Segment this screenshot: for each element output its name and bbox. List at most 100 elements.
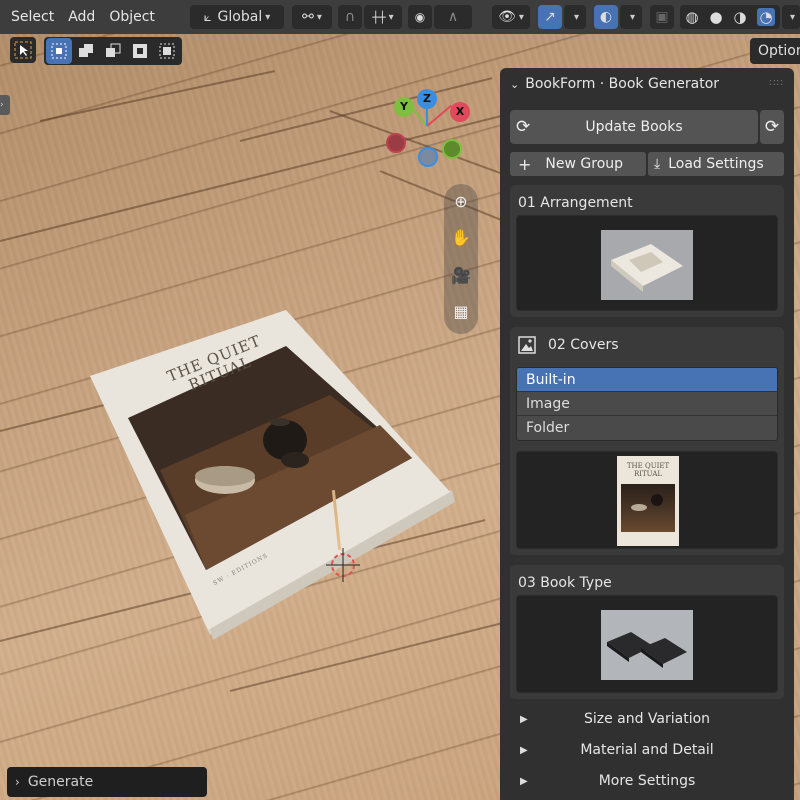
update-books-button[interactable]: ⟳ Update Books xyxy=(510,110,758,144)
3d-cursor-icon xyxy=(326,548,360,582)
book-model[interactable]: THE QUIET RITUAL SW · EDITIONS xyxy=(90,310,470,650)
section-title: 02 Covers xyxy=(548,337,619,353)
y-axis-button[interactable]: Y xyxy=(394,97,414,117)
rendered-shading-icon[interactable]: ◔ xyxy=(757,8,775,26)
refresh-icon: ⟳ xyxy=(516,117,531,137)
toolbar-expand-tab[interactable]: › xyxy=(0,95,10,115)
load-settings-label: Load Settings xyxy=(668,156,764,172)
load-settings-button[interactable]: ⤓ Load Settings xyxy=(648,152,784,176)
neg-y-axis-button[interactable] xyxy=(442,139,462,159)
section-more-settings[interactable]: ▶ More Settings xyxy=(510,767,784,795)
cover-source-list: Built-in Image Folder xyxy=(516,367,778,441)
section-size-variation[interactable]: ▶ Size and Variation xyxy=(510,705,784,733)
link-icon: ⚯ xyxy=(302,9,314,25)
chevron-down-icon: ▾ xyxy=(518,11,524,23)
book-type-preview[interactable] xyxy=(516,595,778,693)
camera-icon[interactable]: 🎥 xyxy=(451,266,471,286)
pan-hand-icon[interactable]: ✋ xyxy=(451,228,471,248)
proportional-edit-toggle[interactable]: ◉ xyxy=(408,5,432,29)
image-icon xyxy=(518,336,536,354)
falloff-dropdown[interactable]: ∧ xyxy=(434,5,472,29)
x-axis-button[interactable]: X xyxy=(450,102,470,122)
select-new-button[interactable] xyxy=(46,38,72,64)
select-extend-button[interactable] xyxy=(73,38,99,64)
navigation-controls: ⊕ ✋ 🎥 ▦ xyxy=(444,184,478,334)
neg-x-axis-button[interactable] xyxy=(386,133,406,153)
operator-label: Generate xyxy=(27,774,94,790)
orientation-label: Global xyxy=(217,9,263,25)
cover-preview[interactable]: THE QUIET RITUAL xyxy=(516,451,778,549)
new-group-button[interactable]: + New Group xyxy=(510,152,646,176)
visibility-dropdown[interactable]: 👁 ▾ xyxy=(492,5,530,29)
select-subtract-icon xyxy=(106,43,121,57)
perspective-grid-icon[interactable]: ▦ xyxy=(451,302,471,322)
zoom-icon[interactable]: ⊕ xyxy=(451,192,471,212)
chevron-right-icon: › xyxy=(15,775,20,789)
bookform-panel: ⌄ BookForm · Book Generator ∷∷ ⟳ Update … xyxy=(500,68,794,800)
cover-source-builtin[interactable]: Built-in xyxy=(517,368,777,392)
gizmo-toggle[interactable]: ↗ xyxy=(538,5,562,29)
section-arrangement: 01 Arrangement xyxy=(510,185,784,317)
xray-toggle[interactable]: ▣ xyxy=(650,5,674,29)
navigation-gizmo[interactable]: Y Z X xyxy=(380,85,480,175)
new-group-label: New Group xyxy=(545,156,624,172)
snap-toggle[interactable]: ∩ xyxy=(338,5,362,29)
select-intersect-button[interactable] xyxy=(154,38,180,64)
cover-thumbnail-title: THE QUIET RITUAL xyxy=(626,462,670,478)
menu-object[interactable]: Object xyxy=(102,0,162,34)
menu-add[interactable]: Add xyxy=(61,0,102,34)
plus-icon: + xyxy=(518,154,532,174)
material-shading-icon[interactable]: ◑ xyxy=(733,8,746,26)
arrangement-thumbnail xyxy=(601,230,693,300)
tool-header xyxy=(10,37,182,65)
select-invert-button[interactable] xyxy=(127,38,153,64)
overlay-dropdown[interactable]: ▾ xyxy=(620,5,642,29)
menu-select[interactable]: Select xyxy=(4,0,61,34)
chevron-right-icon: › xyxy=(0,100,4,110)
overlay-toggle[interactable]: ◐ xyxy=(594,5,618,29)
chevron-down-icon: ⌄ xyxy=(510,77,520,91)
operator-panel[interactable]: › Generate xyxy=(7,767,207,797)
section-label: More Settings xyxy=(598,773,696,789)
select-tool-button[interactable] xyxy=(10,37,36,63)
cover-source-image[interactable]: Image xyxy=(517,392,777,416)
options-dropdown[interactable]: Options xyxy=(750,38,800,64)
triangle-right-icon: ▶ xyxy=(520,713,528,725)
shading-modes: ◍ ● ◑ ◔ xyxy=(680,5,780,29)
triangle-right-icon: ▶ xyxy=(520,744,528,756)
gizmo-icon: ↗ xyxy=(544,9,556,25)
select-subtract-button[interactable] xyxy=(100,38,126,64)
neg-z-axis-button[interactable] xyxy=(418,147,438,167)
cover-source-folder[interactable]: Folder xyxy=(517,416,777,440)
chevron-down-icon: ▾ xyxy=(789,11,796,23)
chevron-down-icon: ▾ xyxy=(573,11,580,23)
snap-target-dropdown[interactable]: ┼┼ ▾ xyxy=(364,5,402,29)
select-intersect-icon xyxy=(159,43,175,59)
snap-increment-icon: ┼┼ xyxy=(372,10,386,24)
section-label: Material and Detail xyxy=(580,742,714,758)
drag-grip-icon[interactable]: ∷∷ xyxy=(769,78,784,89)
arrangement-preview[interactable] xyxy=(516,215,778,311)
transform-orientation-dropdown[interactable]: ⟀ Global ▾ xyxy=(190,5,284,29)
section-material-detail[interactable]: ▶ Material and Detail xyxy=(510,736,784,764)
gizmo-dropdown[interactable]: ▾ xyxy=(564,5,586,29)
section-label: Size and Variation xyxy=(583,711,711,727)
panel-title: BookForm · Book Generator xyxy=(525,76,720,92)
refresh-button[interactable]: ⟳ xyxy=(760,110,784,144)
panel-header[interactable]: ⌄ BookForm · Book Generator ∷∷ xyxy=(500,68,794,100)
select-invert-icon xyxy=(133,44,147,58)
falloff-curve-icon: ∧ xyxy=(447,9,459,25)
cursor-arrow-icon xyxy=(14,41,32,59)
triangle-right-icon: ▶ xyxy=(520,775,528,787)
select-new-icon xyxy=(51,43,67,59)
overlay-icon: ◐ xyxy=(599,9,613,25)
pivot-dropdown[interactable]: ⚯ ▾ xyxy=(292,5,332,29)
select-extend-icon xyxy=(79,44,93,57)
solid-shading-icon[interactable]: ● xyxy=(709,8,722,26)
magnet-icon: ∩ xyxy=(344,9,356,25)
wireframe-shading-icon[interactable]: ◍ xyxy=(685,8,698,26)
z-axis-button[interactable]: Z xyxy=(417,89,437,109)
shading-dropdown[interactable]: ▾ xyxy=(782,5,800,29)
proportional-icon: ◉ xyxy=(414,10,426,24)
chevron-down-icon: ▾ xyxy=(629,11,636,23)
